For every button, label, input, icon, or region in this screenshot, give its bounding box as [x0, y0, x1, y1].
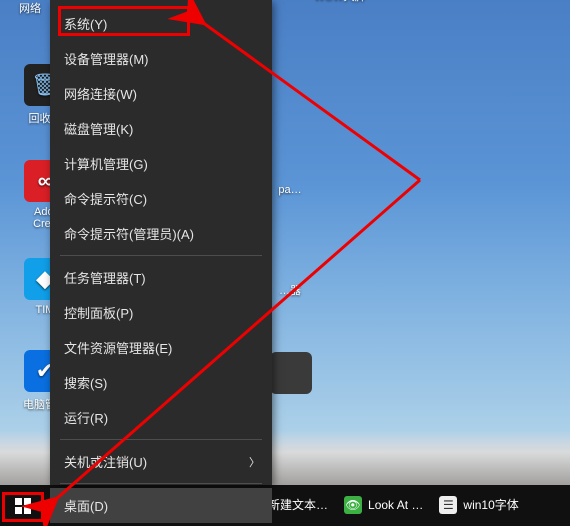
menu-item-label: 网络连接(W) [64, 87, 137, 102]
menu-item-device-manager[interactable]: 设备管理器(M) [50, 41, 272, 76]
menu-item-label: 命令提示符(C) [64, 192, 147, 207]
desktop-icon-label: …器 [270, 282, 310, 298]
menu-item-label: 磁盘管理(K) [64, 122, 133, 137]
menu-separator [60, 483, 262, 484]
taskbar-item-lookat[interactable]: 👁 Look At … [338, 485, 433, 526]
menu-item-label: 运行(R) [64, 411, 108, 426]
menu-item-label: 系统(Y) [64, 17, 107, 32]
menu-item-search[interactable]: 搜索(S) [50, 365, 272, 400]
winx-context-menu: 系统(Y) 设备管理器(M) 网络连接(W) 磁盘管理(K) 计算机管理(G) … [50, 0, 272, 485]
desktop-icon-partial-1[interactable]: pa… [270, 184, 310, 196]
menu-item-command-prompt-admin[interactable]: 命令提示符(管理员)(A) [50, 216, 272, 251]
chevron-right-icon: 〉 [249, 454, 260, 470]
eye-icon: 👁 [344, 496, 362, 514]
desktop-icon-label: WOW大脚 [304, 0, 376, 4]
menu-item-run[interactable]: 运行(R) [50, 400, 272, 435]
start-button[interactable] [0, 485, 46, 526]
menu-separator [60, 255, 262, 256]
taskbar-item-label: 新建文本… [268, 496, 328, 513]
menu-item-control-panel[interactable]: 控制面板(P) [50, 295, 272, 330]
menu-item-task-manager[interactable]: 任务管理器(T) [50, 260, 272, 295]
menu-item-label: 关机或注销(U) [64, 455, 147, 470]
desktop-icon-label: pa… [270, 184, 310, 196]
menu-item-network-connections[interactable]: 网络连接(W) [50, 76, 272, 111]
menu-item-label: 搜索(S) [64, 376, 107, 391]
desktop-icon-wow[interactable]: WOW大脚 [304, 0, 376, 4]
menu-item-label: 控制面板(P) [64, 306, 133, 321]
desktop-icon-network[interactable]: 网络 [10, 0, 50, 16]
desktop-icon-partial-3[interactable] [270, 352, 310, 398]
taskbar-item-win10font[interactable]: ☰ win10字体 [433, 485, 528, 526]
menu-item-label: 桌面(D) [64, 499, 108, 514]
menu-item-computer-management[interactable]: 计算机管理(G) [50, 146, 272, 181]
taskbar-item-label: win10字体 [463, 496, 518, 513]
desktop-icon-partial-2[interactable]: …器 [270, 282, 310, 298]
taskbar-item-label: Look At … [368, 498, 423, 512]
menu-item-file-explorer[interactable]: 文件资源管理器(E) [50, 330, 272, 365]
page-icon: ☰ [439, 496, 457, 514]
menu-item-label: 命令提示符(管理员)(A) [64, 227, 194, 242]
app-icon [270, 352, 312, 394]
menu-item-system[interactable]: 系统(Y) [50, 6, 272, 41]
menu-separator [60, 439, 262, 440]
menu-item-desktop[interactable]: 桌面(D) [50, 488, 272, 523]
menu-item-label: 文件资源管理器(E) [64, 341, 172, 356]
menu-item-label: 计算机管理(G) [64, 157, 148, 172]
menu-item-disk-management[interactable]: 磁盘管理(K) [50, 111, 272, 146]
menu-item-shutdown-signout[interactable]: 关机或注销(U) 〉 [50, 444, 272, 479]
windows-logo-icon [15, 498, 31, 514]
desktop-icon-label: 网络 [10, 0, 50, 16]
menu-item-command-prompt[interactable]: 命令提示符(C) [50, 181, 272, 216]
menu-item-label: 任务管理器(T) [64, 271, 146, 286]
menu-item-label: 设备管理器(M) [64, 52, 149, 67]
